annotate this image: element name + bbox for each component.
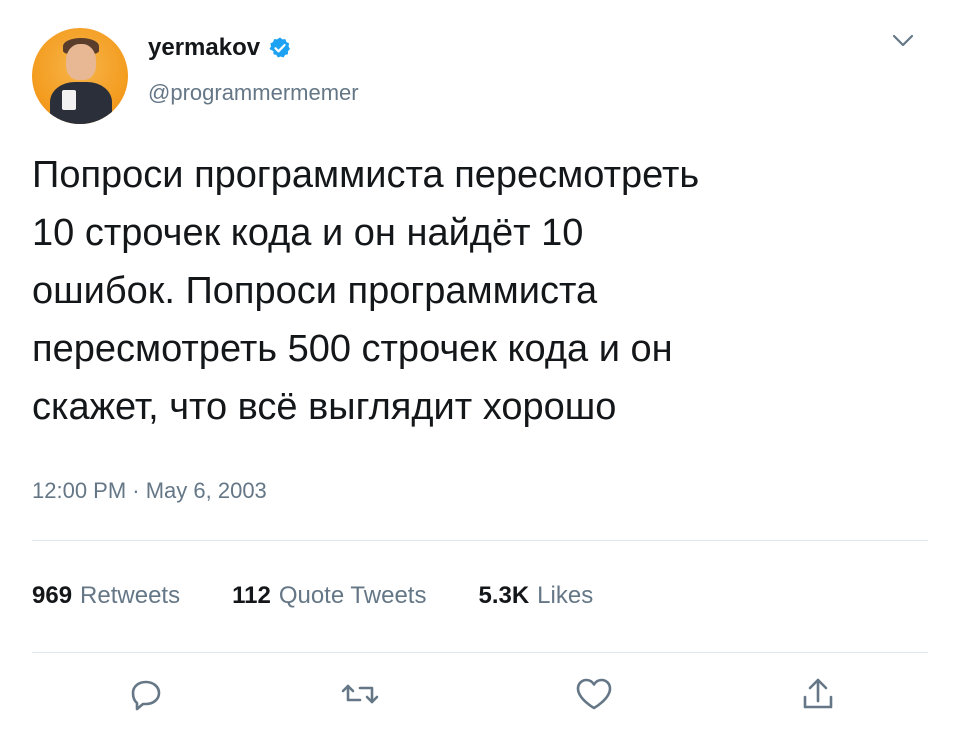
retweet-button[interactable] xyxy=(338,672,382,716)
quote-tweets-label: Quote Tweets xyxy=(278,582,427,609)
likes-stat[interactable]: 5.3K Likes xyxy=(478,582,593,610)
share-icon xyxy=(803,678,833,709)
like-icon xyxy=(576,678,612,710)
chevron-down-icon[interactable] xyxy=(892,34,914,48)
user-handle[interactable]: @programmermemer xyxy=(148,80,359,106)
quote-tweets-count: 112 xyxy=(232,582,271,609)
tweet-timestamp[interactable]: 12:00 PM · May 6, 2003 xyxy=(32,478,267,504)
avatar[interactable] xyxy=(32,28,128,124)
reply-icon xyxy=(131,680,161,711)
like-button[interactable] xyxy=(572,672,616,716)
avatar-cup xyxy=(62,90,76,110)
retweets-stat[interactable]: 969 Retweets xyxy=(32,582,180,610)
action-bar xyxy=(0,672,960,722)
tweet-text: Попроси программиста пересмотреть 10 стр… xyxy=(32,154,700,428)
avatar-shirt xyxy=(50,82,112,124)
engagement-stats: 969 Retweets 112 Quote Tweets 5.3K Likes xyxy=(32,582,645,610)
divider xyxy=(32,540,928,541)
display-name[interactable]: yermakov xyxy=(148,34,260,62)
verified-badge-icon xyxy=(269,37,291,58)
retweets-label: Retweets xyxy=(80,582,181,609)
quote-tweets-stat[interactable]: 112 Quote Tweets xyxy=(232,582,426,610)
retweet-icon xyxy=(341,684,379,704)
retweets-count: 969 xyxy=(32,582,73,609)
avatar-face xyxy=(66,44,96,80)
name-row: yermakov xyxy=(148,34,292,62)
reply-button[interactable] xyxy=(124,672,168,716)
divider xyxy=(32,652,928,653)
likes-count: 5.3K xyxy=(478,582,530,609)
share-button[interactable] xyxy=(796,672,840,716)
likes-label: Likes xyxy=(537,582,594,609)
